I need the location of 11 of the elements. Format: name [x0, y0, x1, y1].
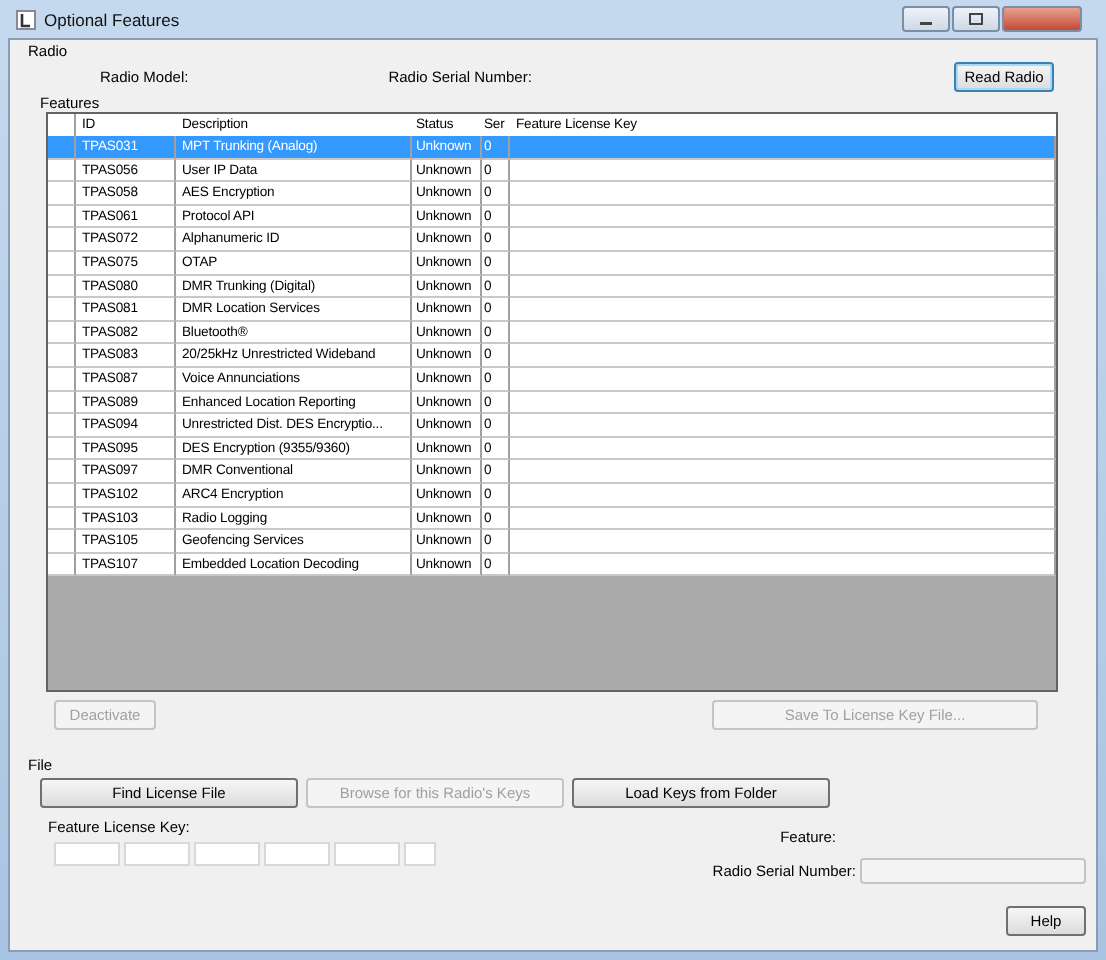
input-field[interactable] [194, 842, 260, 866]
input-field[interactable] [54, 842, 120, 866]
input-field[interactable] [124, 842, 190, 866]
window-title: Optional Features [44, 9, 180, 29]
maximize-button[interactable] [952, 6, 1000, 32]
input-field[interactable] [404, 842, 436, 866]
input-field[interactable] [264, 842, 330, 866]
input-field[interactable] [334, 842, 400, 866]
maximize-icon [968, 12, 984, 26]
app-icon [16, 9, 36, 29]
minimize-button[interactable] [902, 6, 950, 32]
